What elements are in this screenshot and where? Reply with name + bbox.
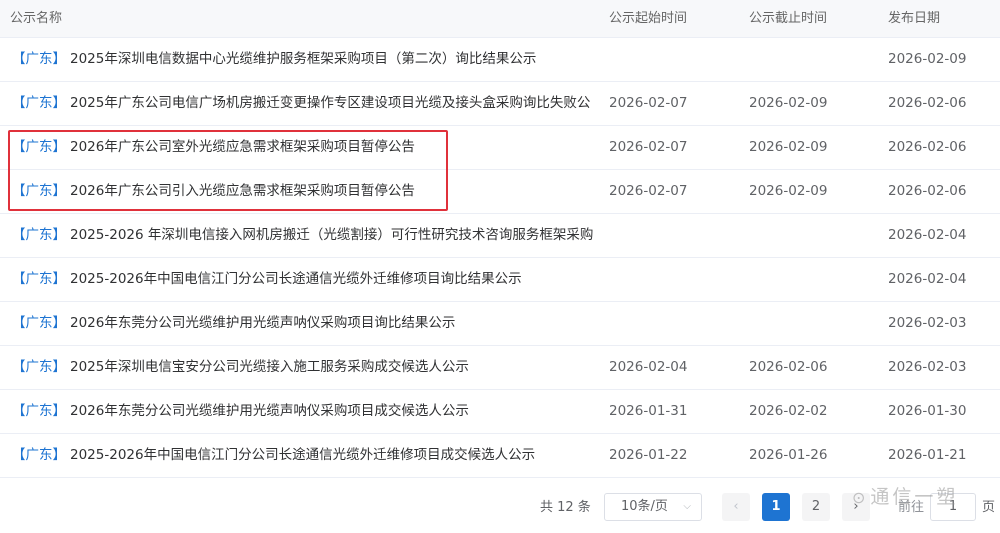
end-time: 2026-02-09 — [749, 139, 828, 155]
start-time — [609, 214, 729, 257]
page-button-1[interactable]: 1 — [762, 493, 790, 521]
chevron-down-icon: ⌵ — [683, 501, 691, 512]
row-title-link[interactable]: 【广东】 2025年深圳电信宝安分公司光缆接入施工服务采购成交候选人公示 — [12, 346, 602, 389]
page-size-select[interactable]: 10条/页 ⌵ — [604, 493, 702, 521]
publish-date: 2026-02-06 — [888, 183, 967, 199]
table-row[interactable]: 【广东】 2025年深圳电信数据中心光缆维护服务框架采购项目（第二次）询比结果公示… — [0, 38, 1000, 82]
end-time: 2026-01-26 — [749, 447, 828, 463]
start-time: 2026-01-22 — [609, 447, 688, 463]
row-title-link[interactable]: 【广东】 2025-2026 年深圳电信接入网机房搬迁（光缆割接）可行性研究技术咨… — [12, 214, 602, 257]
table-row[interactable]: 【广东】 2026年广东公司引入光缆应急需求框架采购项目暂停公告 2026-02-… — [0, 170, 1000, 214]
table-row[interactable]: 【广东】 2025年广东公司电信广场机房搬迁变更操作专区建设项目光缆及接头盒采购询… — [0, 82, 1000, 126]
table-row[interactable]: 【广东】 2026年东莞分公司光缆维护用光缆声呐仪采购项目成交候选人公示 2026… — [0, 390, 1000, 434]
region-tag: 【广东】 — [12, 447, 66, 463]
header-start-time: 公示起始时间 — [609, 11, 688, 26]
publish-date: 2026-02-04 — [888, 227, 967, 243]
announcement-title: 2025年深圳电信数据中心光缆维护服务框架采购项目（第二次）询比结果公示 — [70, 51, 537, 67]
start-time: 2026-02-07 — [609, 183, 688, 199]
table-row[interactable]: 【广东】 2025-2026年中国电信江门分公司长途通信光缆外迁维修项目成交候选人… — [0, 434, 1000, 478]
start-time: 2026-02-07 — [609, 139, 688, 155]
row-title-link[interactable]: 【广东】 2025-2026年中国电信江门分公司长途通信光缆外迁维修项目询比结果公… — [12, 258, 602, 301]
announcement-title: 2025-2026年中国电信江门分公司长途通信光缆外迁维修项目询比结果公示 — [70, 271, 522, 287]
announcement-title: 2026年广东公司室外光缆应急需求框架采购项目暂停公告 — [70, 139, 415, 155]
header-end-time: 公示截止时间 — [749, 11, 828, 26]
region-tag: 【广东】 — [12, 183, 66, 199]
start-time — [609, 302, 729, 345]
region-tag: 【广东】 — [12, 315, 66, 331]
header-name: 公示名称 — [10, 11, 63, 26]
watermark: ⊙ 通信一塑 — [852, 484, 958, 510]
start-time — [609, 258, 729, 301]
row-title-link[interactable]: 【广东】 2026年广东公司室外光缆应急需求框架采购项目暂停公告 — [12, 126, 602, 169]
start-time: 2026-02-04 — [609, 359, 688, 375]
announcement-title: 2026年东莞分公司光缆维护用光缆声呐仪采购项目询比结果公示 — [70, 315, 456, 331]
table-header: 公示名称 公示起始时间 公示截止时间 发布日期 — [0, 0, 1000, 38]
table-row[interactable]: 【广东】 2025年深圳电信宝安分公司光缆接入施工服务采购成交候选人公示 2026… — [0, 346, 1000, 390]
publish-date: 2026-01-30 — [888, 403, 967, 419]
start-time — [609, 38, 729, 81]
end-time: 2026-02-09 — [749, 95, 828, 111]
publish-date: 2026-02-06 — [888, 139, 967, 155]
region-tag: 【广东】 — [12, 403, 66, 419]
row-title-link[interactable]: 【广东】 2025年广东公司电信广场机房搬迁变更操作专区建设项目光缆及接头盒采购询… — [12, 82, 602, 125]
region-tag: 【广东】 — [12, 359, 66, 375]
announcement-title: 2025-2026年中国电信江门分公司长途通信光缆外迁维修项目成交候选人公示 — [70, 447, 536, 463]
end-time — [749, 302, 869, 345]
end-time — [749, 258, 869, 301]
start-time: 2026-01-31 — [609, 403, 688, 419]
region-tag: 【广东】 — [12, 139, 66, 155]
row-title-link[interactable]: 【广东】 2025-2026年中国电信江门分公司长途通信光缆外迁维修项目成交候选人… — [12, 434, 602, 477]
publish-date: 2026-02-03 — [888, 315, 967, 331]
page-size-value: 10条/页 — [621, 499, 668, 514]
table-row[interactable]: 【广东】 2025-2026 年深圳电信接入网机房搬迁（光缆割接）可行性研究技术咨… — [0, 214, 1000, 258]
publish-date: 2026-02-06 — [888, 95, 967, 111]
watermark-logo-icon: ⊙ — [852, 488, 869, 507]
publish-date: 2026-01-21 — [888, 447, 967, 463]
announcement-title: 2025年深圳电信宝安分公司光缆接入施工服务采购成交候选人公示 — [70, 359, 469, 375]
chevron-left-icon: ‹ — [733, 499, 739, 514]
end-time: 2026-02-06 — [749, 359, 828, 375]
announcement-title: 2025年广东公司电信广场机房搬迁变更操作专区建设项目光缆及接头盒采购询比失败公 — [70, 95, 591, 111]
start-time: 2026-02-07 — [609, 95, 688, 111]
announcement-list-page: 公示名称 公示起始时间 公示截止时间 发布日期 【广东】 2025年深圳电信数据中… — [0, 0, 1000, 533]
announcement-title: 2026年广东公司引入光缆应急需求框架采购项目暂停公告 — [70, 183, 415, 199]
end-time — [749, 214, 869, 257]
region-tag: 【广东】 — [12, 51, 66, 67]
publish-date: 2026-02-03 — [888, 359, 967, 375]
table-row[interactable]: 【广东】 2026年广东公司室外光缆应急需求框架采购项目暂停公告 2026-02-… — [0, 126, 1000, 170]
table-row[interactable]: 【广东】 2025-2026年中国电信江门分公司长途通信光缆外迁维修项目询比结果公… — [0, 258, 1000, 302]
row-title-link[interactable]: 【广东】 2026年东莞分公司光缆维护用光缆声呐仪采购项目成交候选人公示 — [12, 390, 602, 433]
pagination: 共 12 条 10条/页 ⌵ ‹ 1 2 › 前往 1 页 — [0, 488, 1000, 528]
row-title-link[interactable]: 【广东】 2026年广东公司引入光缆应急需求框架采购项目暂停公告 — [12, 170, 602, 213]
prev-page-button[interactable]: ‹ — [722, 493, 750, 521]
announcement-title: 2025-2026 年深圳电信接入网机房搬迁（光缆割接）可行性研究技术咨询服务框… — [70, 227, 594, 243]
announcement-title: 2026年东莞分公司光缆维护用光缆声呐仪采购项目成交候选人公示 — [70, 403, 469, 419]
total-count: 共 12 条 — [540, 500, 591, 515]
row-title-link[interactable]: 【广东】 2026年东莞分公司光缆维护用光缆声呐仪采购项目询比结果公示 — [12, 302, 602, 345]
header-publish-date: 发布日期 — [888, 11, 941, 26]
page-unit-label: 页 — [982, 500, 996, 515]
region-tag: 【广东】 — [12, 95, 66, 111]
end-time: 2026-02-02 — [749, 403, 828, 419]
table-row[interactable]: 【广东】 2026年东莞分公司光缆维护用光缆声呐仪采购项目询比结果公示 2026-… — [0, 302, 1000, 346]
region-tag: 【广东】 — [12, 227, 66, 243]
page-button-2[interactable]: 2 — [802, 493, 830, 521]
end-time: 2026-02-09 — [749, 183, 828, 199]
table-body: 【广东】 2025年深圳电信数据中心光缆维护服务框架采购项目（第二次）询比结果公示… — [0, 38, 1000, 478]
publish-date: 2026-02-09 — [888, 51, 967, 67]
publish-date: 2026-02-04 — [888, 271, 967, 287]
region-tag: 【广东】 — [12, 271, 66, 287]
row-title-link[interactable]: 【广东】 2025年深圳电信数据中心光缆维护服务框架采购项目（第二次）询比结果公示 — [12, 38, 602, 81]
end-time — [749, 38, 869, 81]
watermark-text: 通信一塑 — [870, 486, 959, 508]
